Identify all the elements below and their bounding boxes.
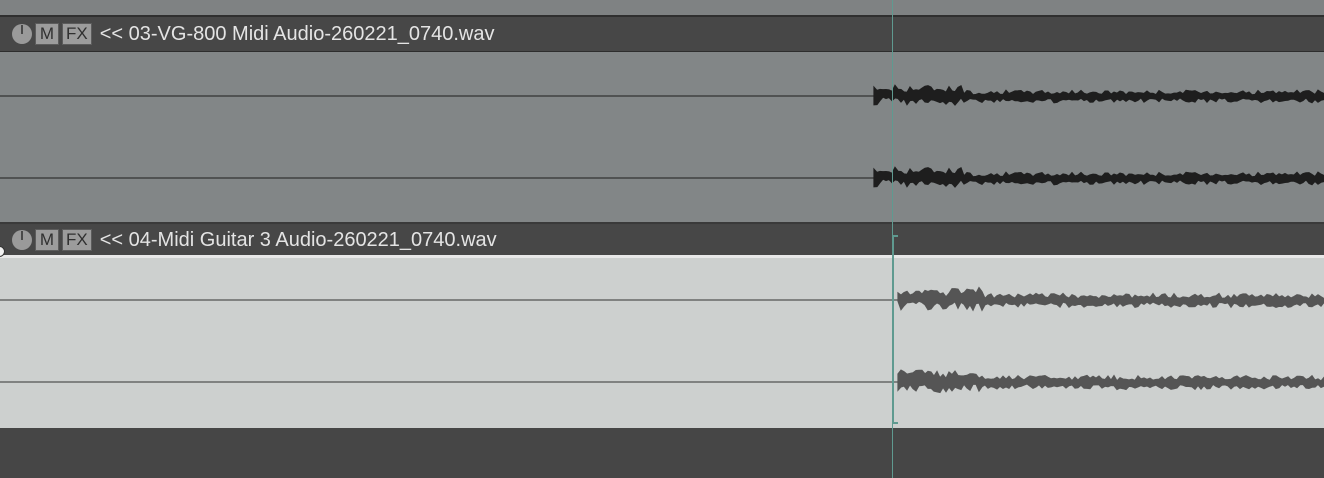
channel-2-waveform [897, 369, 1324, 394]
channel-1-waveform [873, 84, 1324, 106]
media-item-03[interactable]: M FX << 03-VG-800 Midi Audio-260221_0740… [0, 17, 1324, 224]
waveform-display[interactable] [0, 225, 1324, 428]
item-start-bracket [892, 235, 898, 424]
channel-2-waveform [873, 166, 1324, 188]
empty-track-area[interactable] [0, 430, 1324, 478]
channel-1-waveform [897, 286, 1324, 312]
previous-track-strip [0, 0, 1324, 17]
media-item-04[interactable]: M FX << 04-Midi Guitar 3 Audio-260221_07… [0, 225, 1324, 428]
waveform-display[interactable] [0, 17, 1324, 222]
